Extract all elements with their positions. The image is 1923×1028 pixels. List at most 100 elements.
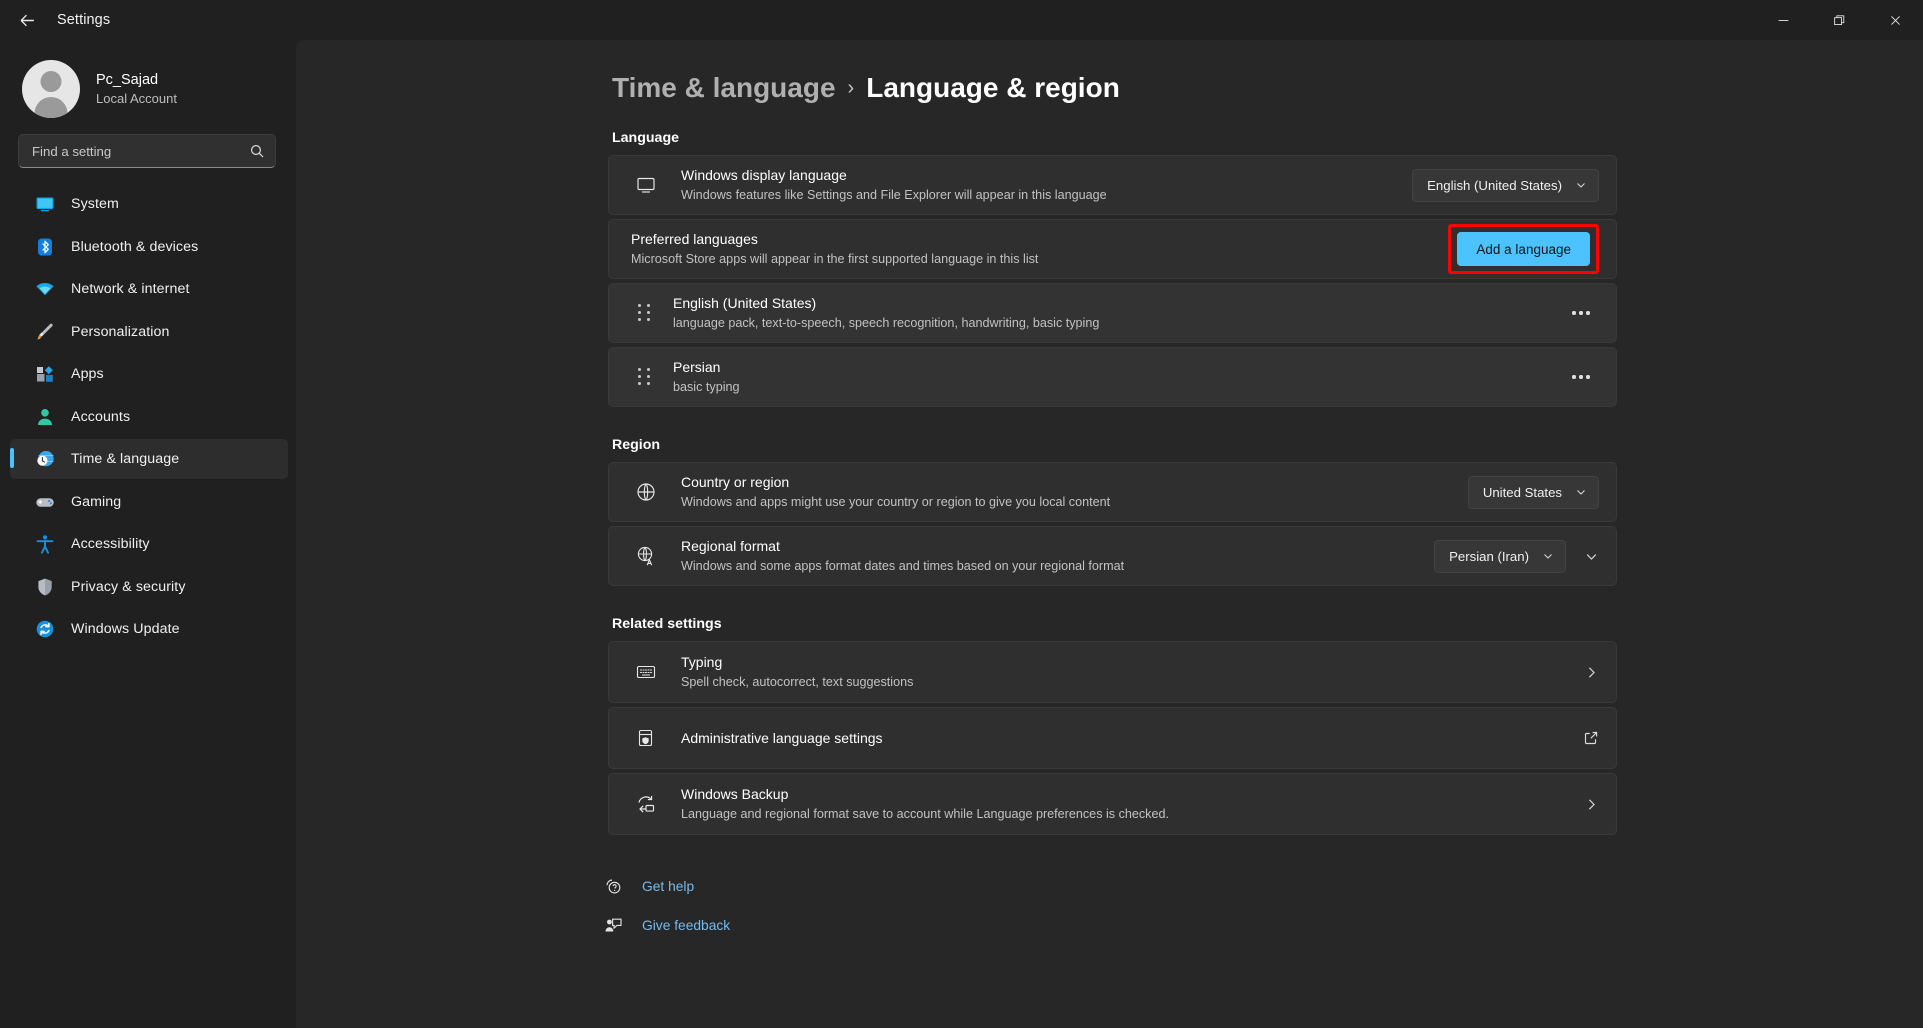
row-title: English (United States) xyxy=(673,295,817,312)
sidebar-item-bluetooth-devices[interactable]: Bluetooth & devices xyxy=(10,227,288,267)
regional-format-dropdown[interactable]: Persian (Iran) xyxy=(1434,539,1566,573)
language-list-item-english[interactable]: English (United States) language pack, t… xyxy=(608,283,1617,343)
footer-links: Get help Give feedback xyxy=(602,869,1923,942)
person-icon xyxy=(34,406,56,428)
chevron-right-icon xyxy=(1588,798,1595,810)
row-title: Persian xyxy=(673,359,721,376)
keyboard-glyph xyxy=(636,665,656,679)
row-title: Typing xyxy=(681,654,723,671)
row-subtitle: Windows and some apps format dates and t… xyxy=(681,558,1125,573)
minimize-button[interactable] xyxy=(1755,0,1811,40)
country-or-region-row[interactable]: Country or region Windows and apps might… xyxy=(608,462,1617,522)
section-title-region: Region xyxy=(612,437,661,453)
breadcrumb: Time & language › Language & region xyxy=(612,72,1923,104)
search-box[interactable] xyxy=(18,134,276,168)
section-title-related-settings: Related settings xyxy=(612,616,722,632)
display-language-dropdown[interactable]: English (United States) xyxy=(1412,168,1599,202)
administrative-language-settings-row[interactable]: Administrative language settings xyxy=(608,707,1617,769)
get-help-link[interactable]: Get help xyxy=(602,869,1923,903)
sidebar-item-privacy-security[interactable]: Privacy & security xyxy=(10,567,288,607)
more-options-button[interactable] xyxy=(1563,298,1599,328)
account-type: Local Account xyxy=(96,90,177,106)
give-feedback-link[interactable]: Give feedback xyxy=(602,908,1923,942)
region-section: Country or region Windows and apps might… xyxy=(608,462,1617,586)
row-subtitle: Spell check, autocorrect, text suggestio… xyxy=(681,674,914,689)
windows-display-language-row[interactable]: Windows display language Windows feature… xyxy=(608,155,1617,215)
sidebar-item-label: Bluetooth & devices xyxy=(71,238,199,255)
sidebar-item-time-language[interactable]: Time & language xyxy=(10,439,288,479)
breadcrumb-parent[interactable]: Time & language xyxy=(612,72,836,104)
bluetooth-icon xyxy=(34,236,56,258)
sidebar-item-apps[interactable]: Apps xyxy=(10,354,288,394)
row-subtitle: Windows features like Settings and File … xyxy=(681,187,1107,202)
expand-chevron-down-icon[interactable] xyxy=(1584,549,1599,564)
sidebar-item-label: Time & language xyxy=(71,451,180,467)
drag-handle-icon[interactable] xyxy=(631,304,657,322)
sidebar-item-label: Network & internet xyxy=(71,281,190,297)
sidebar-item-accessibility[interactable]: Accessibility xyxy=(10,524,288,564)
sidebar-item-system[interactable]: System xyxy=(10,184,288,224)
regional-format-row[interactable]: Regional format Windows and some apps fo… xyxy=(608,526,1617,586)
back-button[interactable] xyxy=(6,3,48,37)
feedback-glyph xyxy=(605,918,622,931)
globe-glyph xyxy=(637,483,655,501)
close-button[interactable] xyxy=(1867,0,1923,40)
search-icon xyxy=(250,144,264,158)
sidebar-item-label: System xyxy=(71,196,119,212)
help-glyph xyxy=(605,878,620,893)
row-subtitle: Windows and apps might use your country … xyxy=(681,494,1111,509)
content-area: Time & language › Language & region Lang… xyxy=(296,40,1923,1028)
sidebar-item-personalization[interactable]: Personalization xyxy=(10,312,288,352)
sidebar-item-gaming[interactable]: Gaming xyxy=(10,482,288,522)
paintbrush-icon xyxy=(34,321,56,343)
gamepad-icon xyxy=(34,491,56,513)
search-input[interactable] xyxy=(32,143,249,159)
account-summary[interactable]: Pc_Sajad Local Account xyxy=(0,40,296,124)
monitor-icon xyxy=(34,193,56,215)
minimize-icon xyxy=(1778,19,1788,21)
accessibility-icon xyxy=(34,533,56,555)
country-region-dropdown[interactable]: United States xyxy=(1467,475,1599,509)
drag-handle-icon[interactable] xyxy=(631,368,657,386)
typing-row[interactable]: Typing Spell check, autocorrect, text su… xyxy=(608,641,1617,703)
restore-icon xyxy=(1833,14,1844,25)
sidebar-item-accounts[interactable]: Accounts xyxy=(10,397,288,437)
language-list-item-persian[interactable]: Persian basic typing xyxy=(608,347,1617,407)
sidebar: Pc_Sajad Local Account System Bluetooth … xyxy=(0,40,296,1028)
sidebar-nav: System Bluetooth & devices Network & int… xyxy=(0,184,296,649)
back-arrow-icon xyxy=(20,14,34,26)
dropdown-value: United States xyxy=(1482,484,1562,500)
row-title: Country or region xyxy=(681,474,790,491)
page-title: Language & region xyxy=(866,72,1120,103)
more-options-button[interactable] xyxy=(1563,362,1599,392)
sidebar-item-label: Apps xyxy=(71,366,104,382)
row-subtitle: Microsoft Store apps will appear in the … xyxy=(631,251,1039,266)
close-icon xyxy=(1890,15,1900,25)
window-controls xyxy=(1755,0,1923,40)
sidebar-item-label: Accessibility xyxy=(71,536,150,552)
row-title: Regional format xyxy=(681,538,780,555)
avatar xyxy=(22,60,80,118)
chevron-down-icon xyxy=(1577,183,1585,188)
dropdown-value: English (United States) xyxy=(1427,177,1562,193)
apps-icon xyxy=(34,363,56,385)
related-settings-section: Typing Spell check, autocorrect, text su… xyxy=(608,641,1617,835)
row-subtitle: language pack, text-to-speech, speech re… xyxy=(673,315,1100,330)
chevron-right-icon xyxy=(1588,666,1595,678)
help-icon xyxy=(602,875,624,897)
link-label: Get help xyxy=(642,878,695,894)
sidebar-item-windows-update[interactable]: Windows Update xyxy=(10,609,288,649)
chevron-down-icon xyxy=(1544,554,1552,559)
windows-backup-row[interactable]: Windows Backup Language and regional for… xyxy=(608,773,1617,835)
row-title: Administrative language settings xyxy=(681,729,883,746)
feedback-icon xyxy=(602,914,624,936)
maximize-button[interactable] xyxy=(1811,0,1867,40)
add-a-language-button[interactable]: Add a language xyxy=(1457,232,1590,266)
globe-translate-glyph xyxy=(637,546,653,566)
row-title: Windows display language xyxy=(681,167,847,184)
highlight-box: Add a language xyxy=(1448,224,1599,274)
keyboard-icon xyxy=(631,661,661,683)
sidebar-item-network-internet[interactable]: Network & internet xyxy=(10,269,288,309)
title-bar: Settings xyxy=(0,0,1923,40)
admin-shield-glyph xyxy=(638,729,653,747)
